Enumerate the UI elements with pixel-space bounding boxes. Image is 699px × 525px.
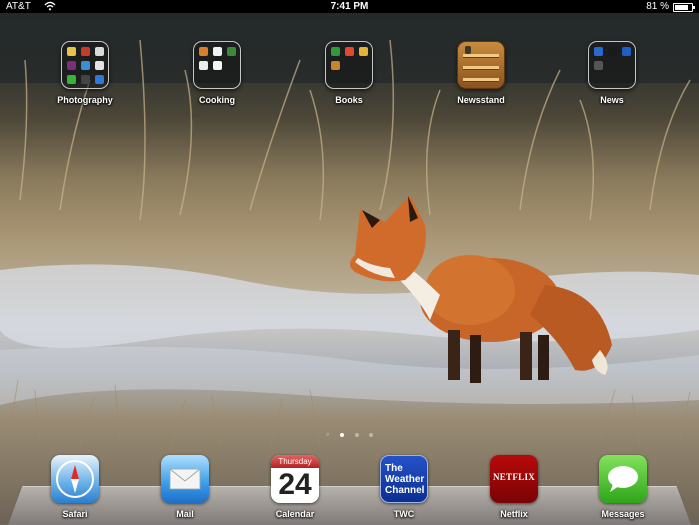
status-bar: AT&T 7:41 PM 81 %: [0, 0, 699, 13]
folder-icon: [193, 41, 241, 89]
calendar-icon: Thursday 24: [271, 455, 319, 503]
page-indicator[interactable]: ⌕: [0, 426, 699, 438]
dock-app-netflix[interactable]: NETFLIX Netflix: [469, 455, 559, 519]
folder-books[interactable]: Books: [304, 41, 394, 105]
dock-label: Netflix: [500, 509, 528, 519]
safari-icon: [51, 455, 99, 503]
dock-label: Messages: [601, 509, 645, 519]
dock-app-messages[interactable]: Messages: [578, 455, 668, 519]
folder-news[interactable]: News: [567, 41, 657, 105]
folder-label: News: [600, 95, 624, 105]
messages-icon: [599, 455, 647, 503]
weather-channel-icon: The Weather Channel: [380, 455, 428, 503]
dock-label: Calendar: [275, 509, 315, 519]
dock-label: TWC: [393, 509, 415, 519]
page-dot-2[interactable]: [354, 432, 359, 437]
calendar-day: 24: [278, 468, 312, 501]
netflix-icon: NETFLIX: [490, 455, 538, 503]
folder-icon: [588, 41, 636, 89]
folder-photography[interactable]: Photography: [40, 41, 130, 105]
mail-icon: [161, 455, 209, 503]
dock-app-calendar[interactable]: Thursday 24 Calendar: [250, 455, 340, 519]
dock-app-mail[interactable]: Mail: [140, 455, 230, 519]
dock-app-twc[interactable]: The Weather Channel TWC: [359, 455, 449, 519]
folder-label: Photography: [57, 95, 113, 105]
dock-app-safari[interactable]: Safari: [30, 455, 120, 519]
twc-icon-text: The Weather Channel: [385, 463, 425, 496]
newsstand-app[interactable]: Newsstand: [436, 41, 526, 105]
netflix-icon-text: NETFLIX: [492, 472, 536, 482]
folder-icon: [61, 41, 109, 89]
battery-percent: 81 %: [646, 1, 669, 12]
folder-label: Books: [335, 95, 363, 105]
clock-time: 7:41 PM: [330, 1, 369, 12]
app-label: Newsstand: [457, 95, 505, 105]
folder-label: Cooking: [199, 95, 235, 105]
dock-label: Mail: [176, 509, 194, 519]
folder-cooking[interactable]: Cooking: [172, 41, 262, 105]
spotlight-search-icon[interactable]: ⌕: [326, 432, 330, 438]
dock-label: Safari: [62, 509, 88, 519]
newsstand-icon: [457, 41, 505, 89]
page-dot-3[interactable]: [369, 432, 374, 437]
folder-icon: [325, 41, 373, 89]
battery-icon: [673, 3, 695, 12]
